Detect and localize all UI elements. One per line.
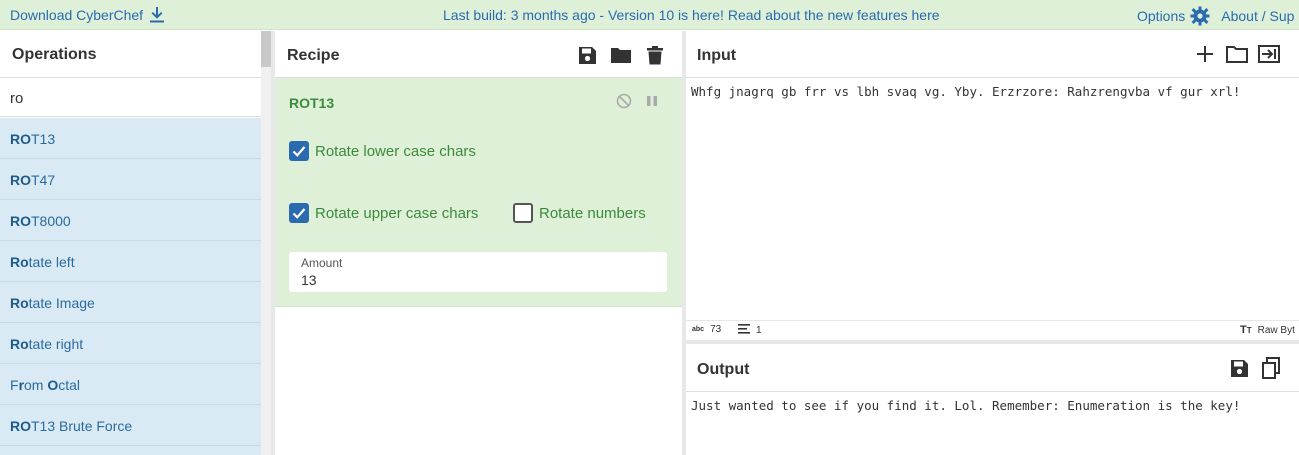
- op-match: Ro: [10, 295, 29, 311]
- disable-icon[interactable]: [616, 93, 632, 109]
- operations-scrollbar[interactable]: [261, 31, 271, 455]
- rotate-numbers-label: Rotate numbers: [539, 204, 646, 222]
- download-cyberchef-link[interactable]: Download CyberChef: [10, 7, 165, 23]
- op-match: Ro: [10, 336, 29, 352]
- op-rest: T47: [31, 172, 56, 188]
- pause-icon[interactable]: [644, 93, 660, 109]
- amount-label: Amount: [301, 256, 343, 270]
- trash-icon[interactable]: [644, 44, 666, 66]
- op-match: Ro: [10, 254, 29, 270]
- checkbox-checked-icon[interactable]: [289, 141, 309, 161]
- operations-title: Operations: [0, 31, 261, 78]
- op-item-rotate-left[interactable]: Rotate left: [0, 241, 261, 282]
- op-rest: T13: [31, 131, 56, 147]
- op-rest: T8000: [31, 213, 71, 229]
- op-item-rot47[interactable]: ROT47: [0, 159, 261, 200]
- io-panel: Input Whfg jnagrq gb frr vs lbh svaq vg.…: [686, 31, 1299, 455]
- input-length: 73: [710, 324, 722, 335]
- encoding-stat[interactable]: TT Raw Byt: [1240, 324, 1295, 336]
- op-pre: F: [10, 377, 19, 393]
- operation-controls: [616, 93, 660, 109]
- lines-icon: [738, 324, 750, 337]
- op-item-rot13-brute-force[interactable]: ROT13 Brute Force: [0, 405, 261, 446]
- amount-field[interactable]: Amount 13: [289, 252, 667, 292]
- io-resizer[interactable]: [686, 340, 1299, 344]
- op-match: O: [47, 377, 59, 393]
- operations-list: ROT13 ROT47 ROT8000 Rotate left Rotate I…: [0, 118, 261, 455]
- open-folder-icon[interactable]: [1226, 43, 1248, 65]
- rotate-upper-label: Rotate upper case chars: [315, 204, 479, 222]
- operation-name: ROT13: [289, 95, 335, 111]
- download-label[interactable]: Download CyberChef: [10, 7, 143, 23]
- op-item-rotate-image[interactable]: Rotate Image: [0, 282, 261, 323]
- save-icon[interactable]: [576, 44, 598, 66]
- checkbox-unchecked-icon[interactable]: [513, 203, 533, 223]
- output-header: Output: [686, 345, 1299, 392]
- input-title: Input: [697, 47, 737, 64]
- recipe-toolbar: [576, 44, 666, 66]
- lines-stat: 1: [738, 324, 762, 337]
- length-stat: abc 73: [692, 324, 721, 335]
- rotate-upper-checkbox[interactable]: Rotate upper case chars: [289, 203, 478, 223]
- op-match: RO: [10, 418, 31, 434]
- copy-icon[interactable]: [1260, 357, 1282, 379]
- rotate-lower-checkbox[interactable]: Rotate lower case chars: [289, 141, 476, 161]
- op-match: RO: [10, 172, 31, 188]
- op-rest: tate Image: [28, 295, 95, 311]
- input-status-bar: abc 73 1 TT Raw Byt: [686, 320, 1299, 340]
- input-textarea[interactable]: Whfg jnagrq gb frr vs lbh svaq vg. Yby. …: [691, 84, 1240, 99]
- op-rest: T13 Brute Force: [31, 418, 133, 434]
- rotate-numbers-checkbox[interactable]: Rotate numbers: [513, 203, 646, 223]
- save-output-icon[interactable]: [1228, 357, 1250, 379]
- op-item-rotate-right[interactable]: Rotate right: [0, 323, 261, 364]
- open-file-input-icon[interactable]: [1258, 43, 1280, 65]
- recipe-operation-rot13: ROT13 Rotate lower case chars Rotate upp…: [275, 78, 682, 307]
- build-notice: Last build: 3 months ago - Version 10 is…: [443, 7, 940, 23]
- gear-icon[interactable]: [1190, 6, 1210, 26]
- top-banner: Download CyberChef Last build: 3 months …: [0, 0, 1299, 30]
- output-toolbar: [1228, 357, 1282, 379]
- output-textarea[interactable]: Just wanted to see if you find it. Lol. …: [691, 398, 1240, 413]
- rotate-lower-label: Rotate lower case chars: [315, 142, 476, 160]
- text-format-icon[interactable]: TT: [1240, 324, 1252, 336]
- download-icon[interactable]: [149, 7, 165, 23]
- checkbox-checked-icon[interactable]: [289, 203, 309, 223]
- features-link[interactable]: here: [912, 7, 940, 23]
- about-support-link[interactable]: About / Sup: [1221, 8, 1294, 24]
- folder-icon[interactable]: [610, 44, 632, 66]
- op-match: RO: [10, 213, 31, 229]
- output-title: Output: [697, 361, 750, 378]
- op-rest: tate right: [28, 336, 84, 352]
- input-header: Input: [686, 31, 1299, 78]
- op-item-rot13[interactable]: ROT13: [0, 118, 261, 159]
- op-rest: tate left: [28, 254, 75, 270]
- input-encoding[interactable]: Raw Byt: [1258, 325, 1295, 336]
- recipe-title: Recipe: [287, 47, 340, 64]
- op-rest: ctal: [58, 377, 81, 393]
- operations-panel: Operations ro ROT13 ROT47 ROT8000 Rotate…: [0, 31, 271, 455]
- recipe-header: Recipe: [275, 31, 682, 78]
- add-tab-icon[interactable]: [1194, 43, 1216, 65]
- amount-value[interactable]: 13: [301, 272, 317, 288]
- input-toolbar: [1194, 43, 1280, 65]
- options-label[interactable]: Options: [1137, 8, 1185, 24]
- op-item-from-octal[interactable]: From Octal: [0, 364, 261, 405]
- input-lines: 1: [756, 325, 762, 336]
- op-match: RO: [10, 131, 31, 147]
- banner-right-links: Options About / Sup: [1137, 6, 1294, 26]
- abc-icon: abc: [692, 326, 705, 333]
- op-mid: om: [24, 377, 48, 393]
- op-item-rot8000[interactable]: ROT8000: [0, 200, 261, 241]
- recipe-panel: Recipe ROT13 Rotate lower case chars Rot…: [275, 31, 682, 455]
- build-text: Last build: 3 months ago - Version 10 is…: [443, 7, 912, 23]
- operations-search-input[interactable]: ro: [0, 79, 261, 117]
- scrollbar-thumb[interactable]: [261, 31, 271, 67]
